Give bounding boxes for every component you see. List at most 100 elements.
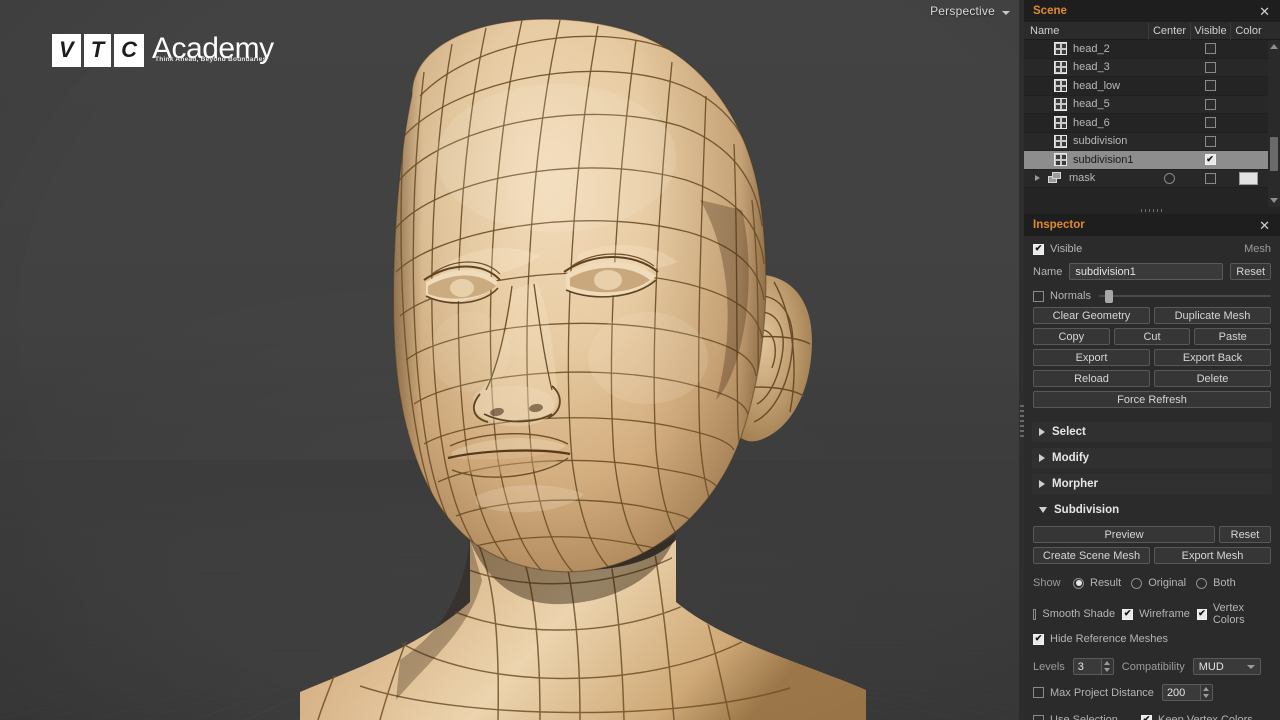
visibility-checkbox[interactable]	[1205, 99, 1216, 110]
section-morpher[interactable]: Morpher	[1032, 474, 1272, 494]
show-option-original[interactable]: Original	[1131, 577, 1186, 589]
visibility-checkbox[interactable]	[1205, 43, 1216, 54]
scene-row-visible-cell[interactable]	[1190, 80, 1230, 91]
spinner-up-icon[interactable]	[1102, 659, 1113, 667]
column-header-center[interactable]: Center	[1148, 22, 1190, 40]
section-subdivision[interactable]: Subdivision	[1032, 500, 1272, 520]
max-project-distance-stepper[interactable]	[1162, 684, 1213, 701]
scene-row-color-cell[interactable]	[1230, 172, 1266, 185]
max-project-distance-checkbox[interactable]	[1033, 687, 1044, 698]
visibility-checkbox[interactable]	[1205, 80, 1216, 91]
scene-resize-grip[interactable]	[1024, 207, 1280, 214]
max-project-distance-row[interactable]: Max Project Distance	[1033, 687, 1154, 699]
paste-button[interactable]: Paste	[1194, 328, 1271, 345]
visibility-checkbox[interactable]	[1205, 62, 1216, 73]
scene-row-head_low[interactable]: head_low	[1024, 77, 1280, 96]
column-header-color[interactable]: Color	[1230, 22, 1266, 40]
export-button[interactable]: Export	[1033, 349, 1150, 366]
visibility-checkbox[interactable]	[1205, 154, 1216, 165]
scene-row-head_3[interactable]: head_3	[1024, 59, 1280, 78]
scene-row-subdivision1[interactable]: subdivision1	[1024, 151, 1280, 170]
head-model[interactable]	[0, 0, 1024, 720]
spinner-down-icon[interactable]	[1102, 667, 1113, 675]
clear-geometry-button[interactable]: Clear Geometry	[1033, 307, 1150, 324]
scroll-down-icon[interactable]	[1270, 198, 1278, 203]
scene-row-mask[interactable]: mask	[1024, 170, 1280, 189]
levels-input[interactable]	[1073, 658, 1101, 675]
copy-button[interactable]: Copy	[1033, 328, 1110, 345]
export-back-button[interactable]: Export Back	[1154, 349, 1271, 366]
show-option-both[interactable]: Both	[1196, 577, 1236, 589]
original-radio[interactable]	[1131, 578, 1142, 589]
view-mode-selector[interactable]: Perspective	[930, 4, 1010, 18]
expand-arrow-icon[interactable]	[1035, 175, 1040, 181]
wireframe-row[interactable]: Wireframe	[1122, 608, 1190, 620]
normals-checkbox-row[interactable]: Normals	[1033, 290, 1091, 302]
color-swatch[interactable]	[1239, 172, 1258, 185]
name-reset-button[interactable]: Reset	[1230, 263, 1271, 280]
smooth-shade-row[interactable]: Smooth Shade	[1033, 608, 1115, 620]
scene-row-head_2[interactable]: head_2	[1024, 40, 1280, 59]
hide-reference-meshes-row[interactable]: Hide Reference Meshes	[1033, 633, 1168, 645]
levels-spinner-arrows[interactable]	[1101, 658, 1114, 675]
max-project-distance-input[interactable]	[1162, 684, 1200, 701]
section-modify[interactable]: Modify	[1032, 448, 1272, 468]
vertex-colors-row[interactable]: Vertex Colors	[1197, 602, 1271, 626]
smooth-shade-checkbox[interactable]	[1033, 609, 1036, 620]
normals-slider-knob[interactable]	[1105, 290, 1113, 303]
inspector-close-icon[interactable]: ✕	[1257, 219, 1272, 232]
reload-button[interactable]: Reload	[1033, 370, 1150, 387]
spinner-up-icon[interactable]	[1201, 685, 1212, 693]
force-refresh-button[interactable]: Force Refresh	[1033, 391, 1271, 408]
export-mesh-button[interactable]: Export Mesh	[1154, 547, 1271, 564]
duplicate-mesh-button[interactable]: Duplicate Mesh	[1154, 307, 1271, 324]
subdivision-reset-button[interactable]: Reset	[1219, 526, 1271, 543]
create-scene-mesh-button[interactable]: Create Scene Mesh	[1033, 547, 1150, 564]
scroll-up-icon[interactable]	[1270, 44, 1278, 49]
scene-row-visible-cell[interactable]	[1190, 117, 1230, 128]
both-radio[interactable]	[1196, 578, 1207, 589]
cut-button[interactable]: Cut	[1114, 328, 1191, 345]
spinner-down-icon[interactable]	[1201, 693, 1212, 701]
levels-stepper[interactable]	[1073, 658, 1114, 675]
visible-checkbox[interactable]	[1033, 244, 1044, 255]
visibility-checkbox[interactable]	[1205, 136, 1216, 147]
normals-slider[interactable]	[1099, 289, 1271, 303]
scrollbar-thumb[interactable]	[1270, 137, 1278, 171]
keep-vertex-colors-checkbox[interactable]	[1141, 715, 1152, 720]
scene-row-visible-cell[interactable]	[1190, 173, 1230, 184]
scene-row-visible-cell[interactable]	[1190, 154, 1230, 165]
result-radio[interactable]	[1073, 578, 1084, 589]
scene-scrollbar[interactable]	[1268, 40, 1280, 207]
scene-row-head_6[interactable]: head_6	[1024, 114, 1280, 133]
keep-vertex-colors-row[interactable]: Keep Vertex Colors	[1141, 714, 1253, 720]
scene-row-visible-cell[interactable]	[1190, 136, 1230, 147]
scene-row-visible-cell[interactable]	[1190, 43, 1230, 54]
scene-row-center-cell[interactable]	[1148, 173, 1190, 184]
visibility-checkbox[interactable]	[1205, 117, 1216, 128]
scene-tree[interactable]: head_2head_3head_lowhead_5head_6subdivis…	[1024, 40, 1280, 207]
scene-close-icon[interactable]: ✕	[1257, 5, 1272, 18]
column-header-name[interactable]: Name	[1024, 22, 1148, 40]
preview-button[interactable]: Preview	[1033, 526, 1215, 543]
section-select[interactable]: Select	[1032, 422, 1272, 442]
scene-row-visible-cell[interactable]	[1190, 62, 1230, 73]
wireframe-checkbox[interactable]	[1122, 609, 1133, 620]
show-option-result[interactable]: Result	[1073, 577, 1121, 589]
scene-row-head_5[interactable]: head_5	[1024, 96, 1280, 115]
vertex-colors-checkbox[interactable]	[1197, 609, 1207, 620]
name-input[interactable]	[1069, 263, 1223, 280]
delete-button[interactable]: Delete	[1154, 370, 1271, 387]
normals-checkbox[interactable]	[1033, 291, 1044, 302]
use-selection-checkbox[interactable]	[1033, 715, 1044, 720]
center-pivot-icon[interactable]	[1164, 173, 1175, 184]
viewport-3d[interactable]: V T C Academy Think Ahead, Beyond Bounda…	[0, 0, 1024, 720]
mpd-spinner-arrows[interactable]	[1200, 684, 1213, 701]
use-selection-row[interactable]: Use Selection	[1033, 714, 1141, 720]
compatibility-select[interactable]: MUD	[1193, 658, 1261, 675]
column-header-visible[interactable]: Visible	[1190, 22, 1230, 40]
visibility-checkbox[interactable]	[1205, 173, 1216, 184]
scene-row-subdivision[interactable]: subdivision	[1024, 133, 1280, 152]
hide-reference-meshes-checkbox[interactable]	[1033, 634, 1044, 645]
visible-checkbox-row[interactable]: Visible	[1033, 243, 1082, 255]
